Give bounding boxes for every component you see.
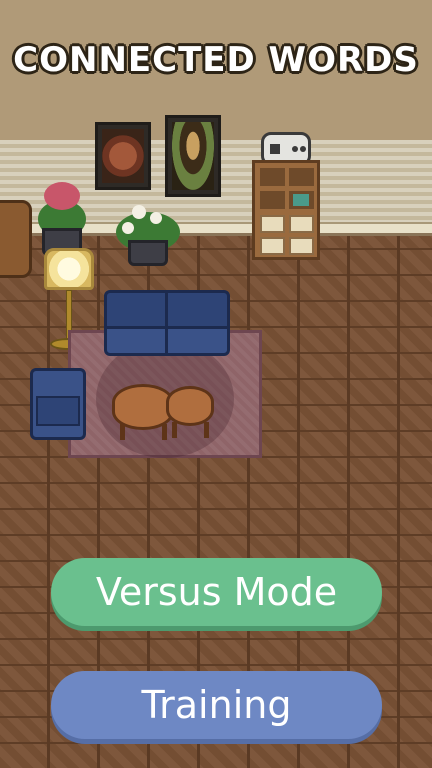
game-title: CONNECTED WORDS — [13, 40, 419, 80]
bear-painting — [95, 122, 151, 190]
barrel — [0, 200, 32, 278]
bookshelf — [252, 160, 320, 260]
versus-mode-button[interactable]: Versus Mode — [51, 558, 382, 626]
training-button[interactable]: Training — [51, 671, 382, 739]
mona-lisa-painting — [165, 115, 221, 197]
